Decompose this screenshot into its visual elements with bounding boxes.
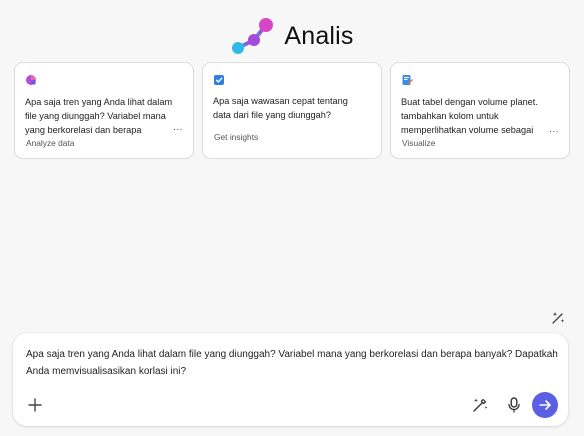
suggestion-card-get-insights[interactable]: Apa saja wawasan cepat tentang data dari… <box>202 62 382 159</box>
message-composer[interactable]: Apa saja tren yang Anda lihat dalam file… <box>13 333 568 426</box>
card-prompt-text: Buat tabel dengan volume planet. tambahk… <box>401 97 538 135</box>
card-category-label: Visualize <box>402 138 436 148</box>
sparkle-edit-icon[interactable] <box>549 309 567 327</box>
suggestion-card-visualize[interactable]: Buat tabel dengan volume planet. tambahk… <box>390 62 570 159</box>
card-category-label: Get insights <box>214 132 259 142</box>
card-prompt-text: Apa saja tren yang Anda lihat dalam file… <box>25 97 173 135</box>
pie-chart-icon <box>26 75 36 85</box>
suggestion-card-analyze-data[interactable]: Apa saja tren yang Anda lihat dalam file… <box>14 62 194 159</box>
more-options-icon[interactable]: ... <box>549 125 559 135</box>
analyst-molecule-icon <box>232 18 274 54</box>
visualize-document-icon <box>402 75 413 85</box>
more-options-icon[interactable]: ... <box>173 123 183 133</box>
suggestion-cards: Apa saja tren yang Anda lihat dalam file… <box>14 62 570 159</box>
card-category-label: Analyze data <box>26 138 75 148</box>
app-title: Analis <box>284 21 354 50</box>
message-input[interactable]: Apa saja tren yang Anda lihat dalam file… <box>26 346 561 380</box>
send-button[interactable] <box>532 392 558 418</box>
magic-pen-icon[interactable] <box>471 396 489 414</box>
header: Analis <box>0 14 584 58</box>
add-icon[interactable] <box>27 397 43 413</box>
checkbox-insight-icon <box>214 75 224 85</box>
microphone-icon[interactable] <box>506 396 522 414</box>
card-prompt-text: Apa saja wawasan cepat tentang data dari… <box>213 96 348 120</box>
arrow-right-icon <box>539 400 551 410</box>
